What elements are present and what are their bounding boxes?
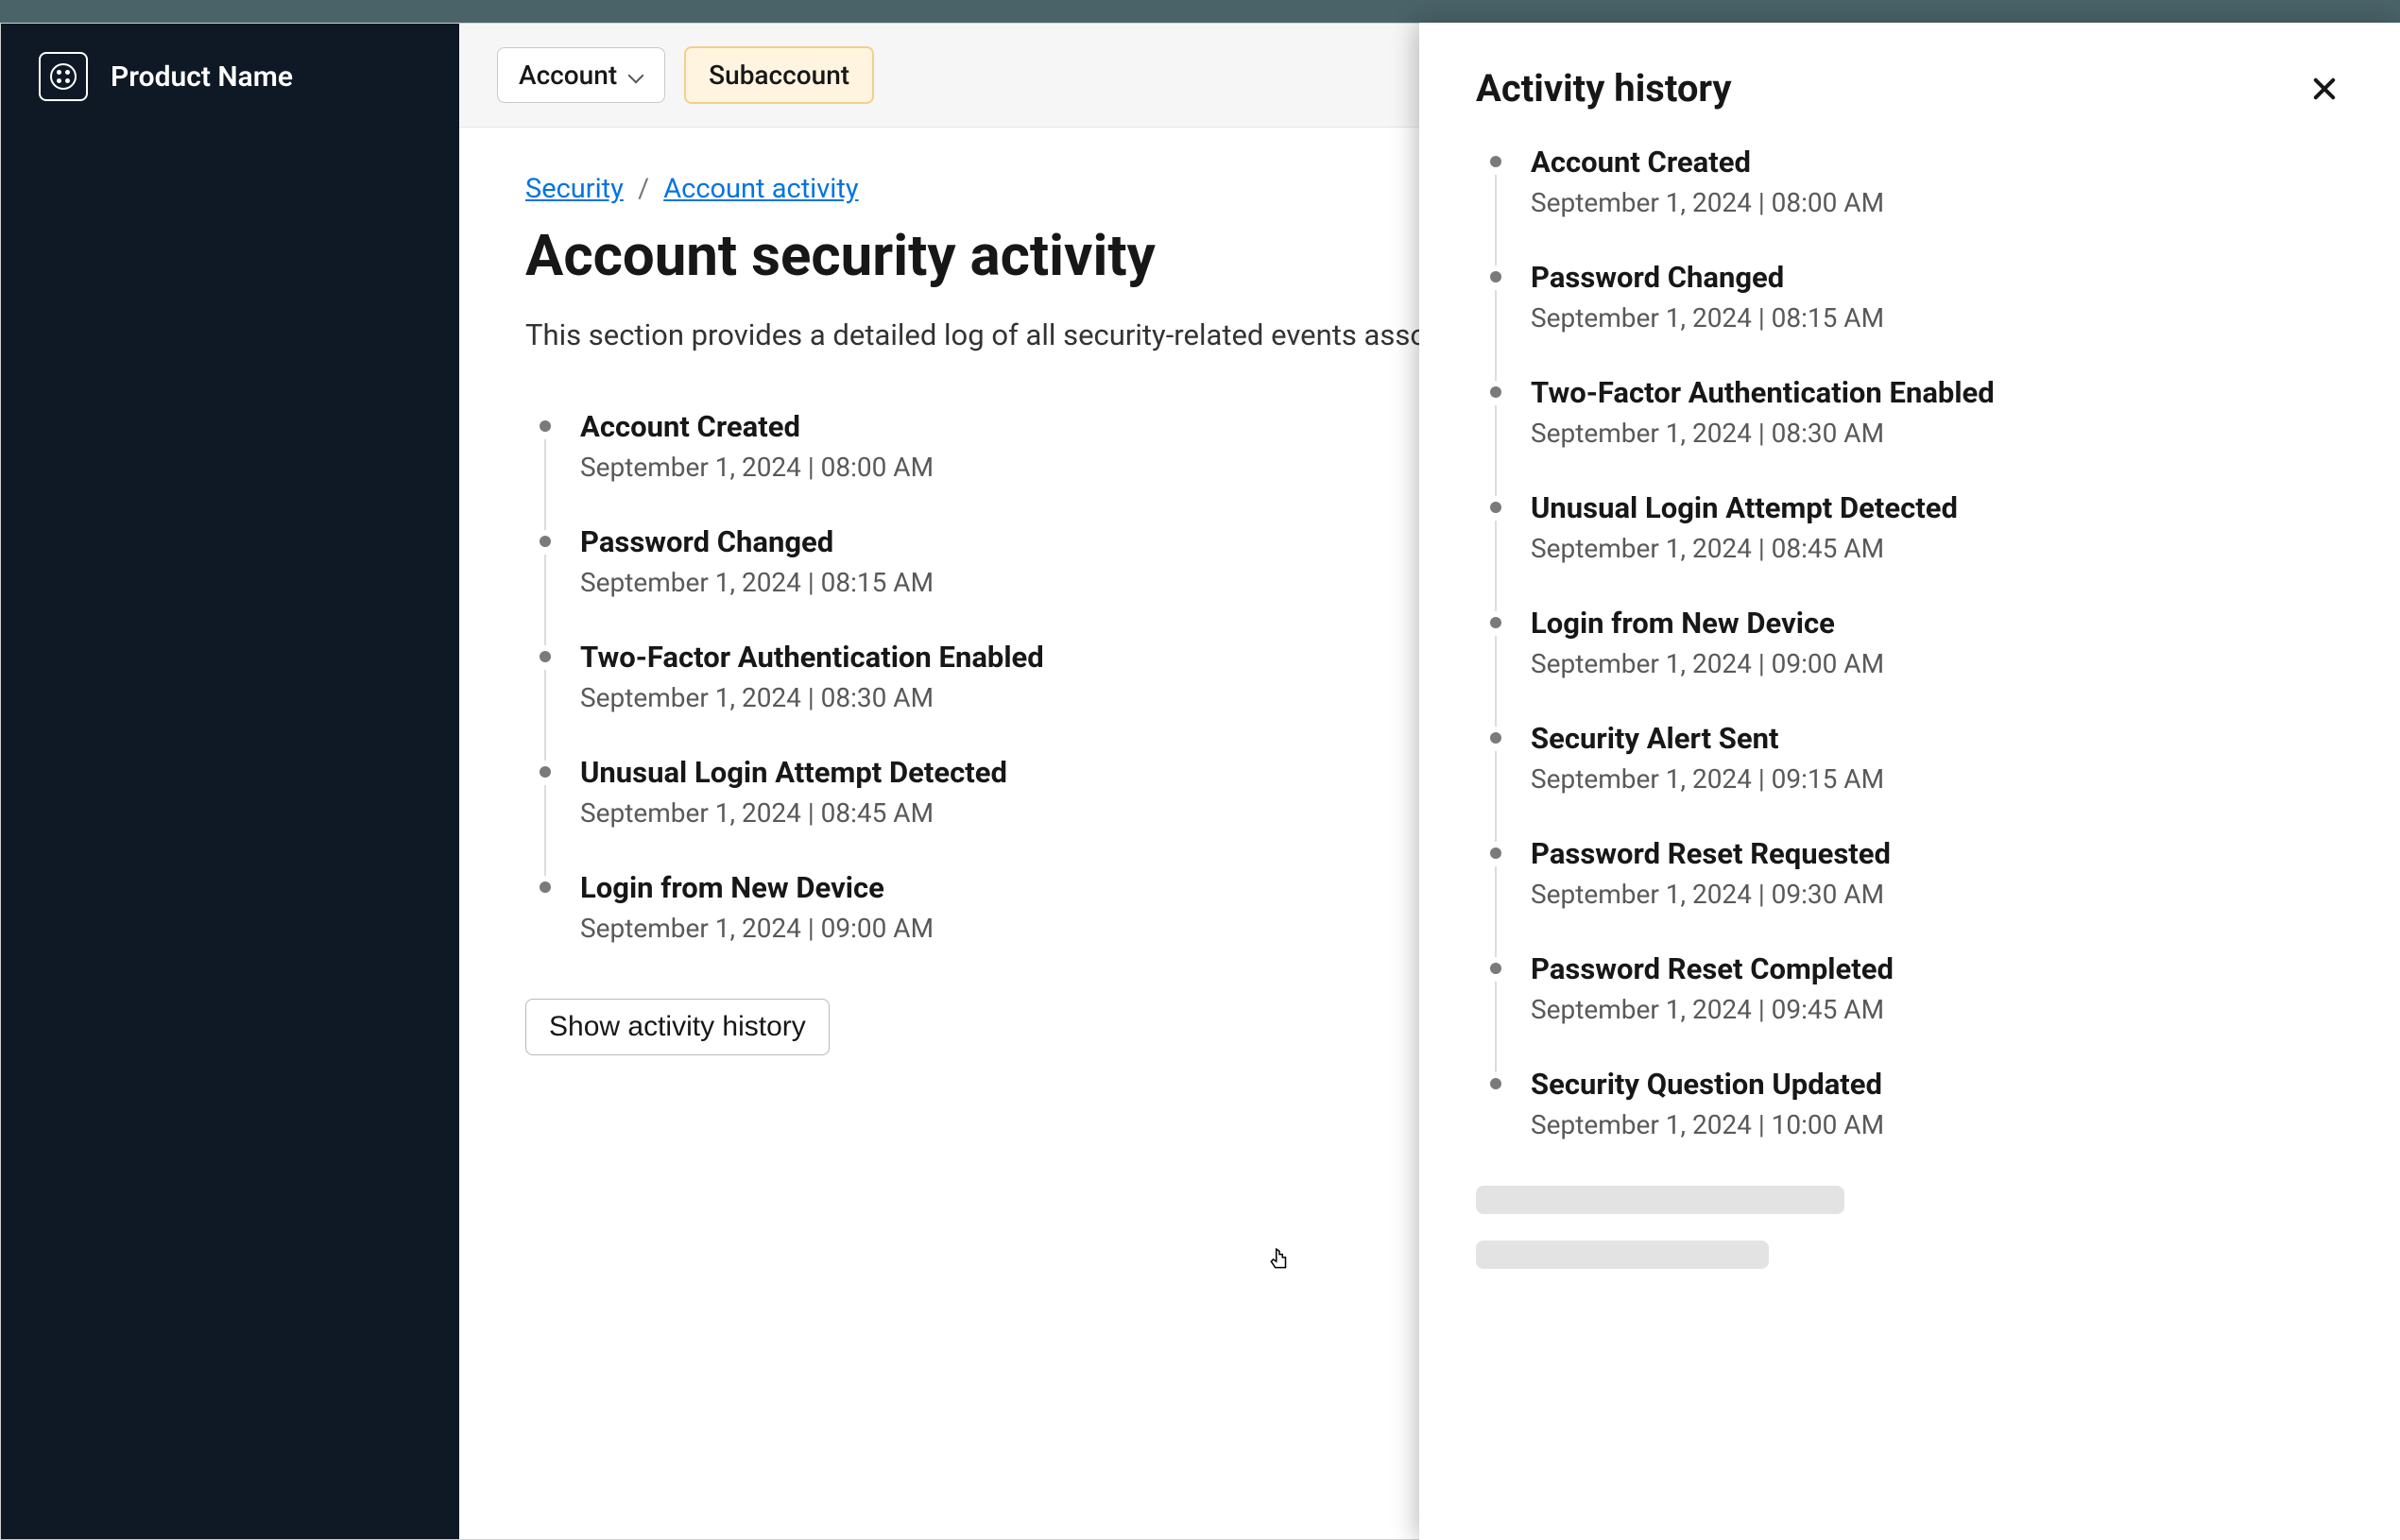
timeline-item-date: September 1, 2024 | 09:45 AM [1531,994,2343,1025]
subaccount-pill[interactable]: Subaccount [684,46,874,104]
activity-history-drawer: Activity history Account Created Septembe… [1419,23,2400,1540]
timeline-item: Security Alert Sent September 1, 2024 | 0… [1476,721,2343,836]
timeline-item-date: September 1, 2024 | 08:00 AM [1531,187,2343,218]
timeline-item: Password Changed September 1, 2024 | 08:1… [1476,260,2343,375]
chevron-down-icon [628,68,643,83]
timeline-item-title: Login from New Device [1531,606,2343,641]
account-dropdown[interactable]: Account [497,47,665,103]
drawer-activity-timeline: Account Created September 1, 2024 | 08:00… [1476,145,2343,1182]
loading-skeleton-group [1476,1186,2343,1269]
skeleton-line [1476,1186,1844,1214]
close-drawer-button[interactable] [2306,70,2343,108]
drawer-header: Activity history [1476,66,2343,111]
timeline-item-date: September 1, 2024 | 09:15 AM [1531,763,2343,795]
timeline-item-date: September 1, 2024 | 10:00 AM [1531,1109,2343,1140]
timeline-item-date: September 1, 2024 | 09:30 AM [1531,879,2343,910]
timeline-item: Password Reset Completed September 1, 202… [1476,951,2343,1067]
timeline-item: Unusual Login Attempt Detected September … [1476,490,2343,606]
timeline-item-title: Two-Factor Authentication Enabled [1531,375,2343,410]
timeline-item: Two-Factor Authentication Enabled Septemb… [1476,375,2343,490]
timeline-item: Password Reset Requested September 1, 202… [1476,836,2343,951]
cursor-pointer-icon [1267,1247,1292,1272]
account-dropdown-label: Account [519,60,617,91]
timeline-item-title: Unusual Login Attempt Detected [1531,490,2343,525]
timeline-item-title: Password Changed [1531,260,2343,295]
timeline-item-title: Account Created [1531,145,2343,180]
timeline-item: Security Question Updated September 1, 20… [1476,1067,2343,1182]
timeline-item: Account Created September 1, 2024 | 08:00… [1476,145,2343,260]
timeline-item-title: Password Reset Requested [1531,836,2343,871]
timeline-item-date: September 1, 2024 | 08:30 AM [1531,418,2343,449]
timeline-item: Login from New Device September 1, 2024 |… [1476,606,2343,721]
timeline-item-title: Security Alert Sent [1531,721,2343,756]
timeline-item-date: September 1, 2024 | 08:45 AM [1531,533,2343,564]
subaccount-label: Subaccount [709,60,849,91]
drawer-title: Activity history [1476,66,1732,111]
timeline-item-title: Password Reset Completed [1531,951,2343,986]
timeline-item-date: September 1, 2024 | 08:15 AM [1531,302,2343,334]
product-logo-icon [39,52,88,101]
sidebar-header: Product Name [1,24,459,129]
product-name: Product Name [111,60,293,94]
breadcrumb-current-link[interactable]: Account activity [663,173,858,205]
breadcrumb-root-link[interactable]: Security [525,173,624,205]
timeline-item-date: September 1, 2024 | 09:00 AM [1531,648,2343,679]
breadcrumb-separator: / [638,173,649,205]
sidebar: Product Name [1,24,459,1539]
show-activity-history-button[interactable]: Show activity history [525,999,830,1055]
timeline-item-title: Security Question Updated [1531,1067,2343,1102]
skeleton-line [1476,1241,1769,1269]
